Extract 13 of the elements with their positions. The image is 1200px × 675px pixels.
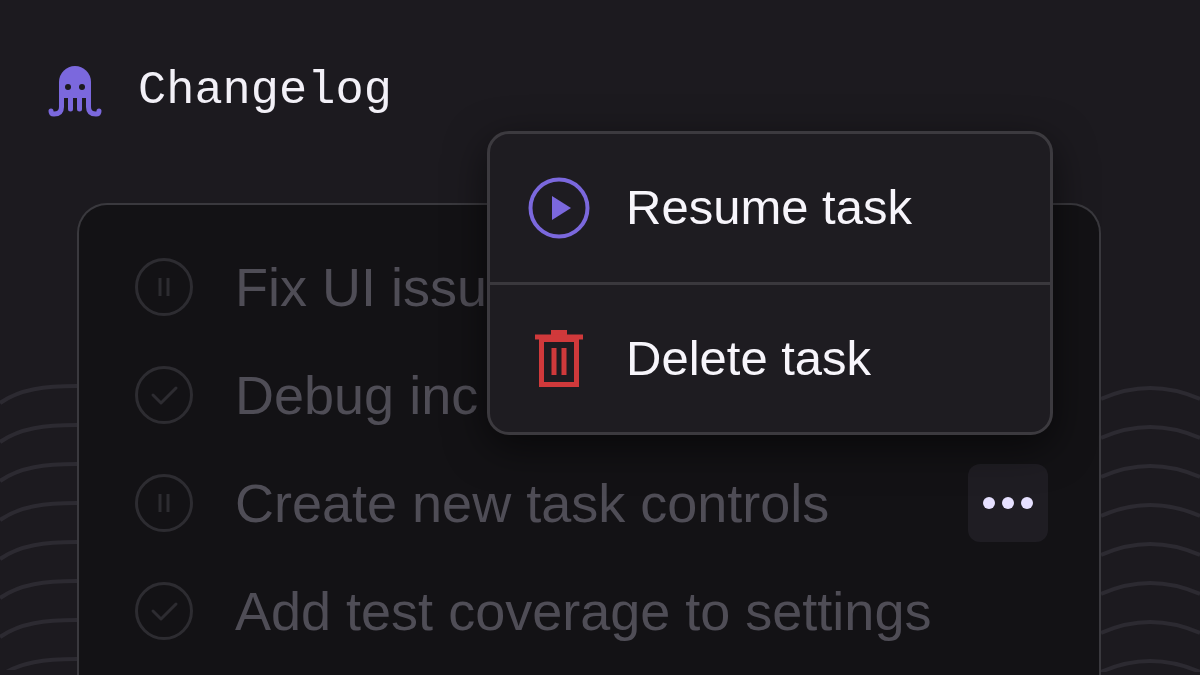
pause-circle-icon [135, 474, 193, 532]
play-circle-icon [528, 176, 590, 239]
check-circle-icon [135, 366, 193, 424]
more-button[interactable] [968, 464, 1048, 542]
task-title: Fix UI issu [235, 260, 488, 314]
page-title: Changelog [138, 66, 392, 114]
check-circle-icon [135, 582, 193, 640]
menu-item[interactable]: Resume task [490, 134, 1050, 282]
more-icon [983, 497, 1033, 509]
pause-circle-icon [135, 258, 193, 316]
trash-icon [534, 329, 584, 387]
task-title: Create new task controls [235, 476, 830, 530]
menu-item[interactable]: Delete task [490, 284, 1050, 432]
